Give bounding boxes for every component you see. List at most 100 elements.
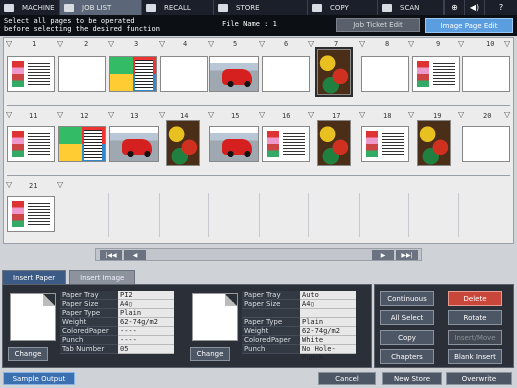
page-thumbnail-16[interactable] (262, 126, 310, 162)
page-thumbnail-10[interactable] (462, 56, 510, 92)
help-button[interactable]: ? (484, 0, 517, 15)
insert-arrow-icon[interactable]: ▽ (308, 110, 314, 119)
all-select-button[interactable]: All Select (380, 310, 434, 325)
scroll-first-button[interactable]: |◀◀ (100, 250, 122, 260)
insert-arrow-icon[interactable]: ▽ (159, 39, 165, 48)
insert-arrow-icon[interactable]: ▽ (108, 110, 114, 119)
page-scrollbar[interactable]: |◀◀ ◀ ▶ ▶▶| (95, 248, 422, 261)
insert-move-button[interactable]: Insert/Move (448, 330, 502, 345)
top-navigation-bar: MACHINE JOB LIST RECALL STORE COPY SCAN … (0, 0, 517, 15)
insert-arrow-icon[interactable]: ▽ (408, 110, 414, 119)
empty-slot-divider (259, 193, 260, 237)
globe-button[interactable]: ⊕ (444, 0, 464, 15)
page-thumbnail-15[interactable] (209, 126, 259, 162)
rotate-button[interactable]: Rotate (448, 310, 502, 325)
insert-arrow-icon[interactable]: ▽ (159, 110, 165, 119)
insert-arrow-icon[interactable]: ▽ (6, 110, 12, 119)
page-thumbnail-1[interactable] (7, 56, 55, 92)
page-number: 11 (29, 112, 38, 120)
page-number: 17 (332, 112, 341, 120)
insert-arrow-icon[interactable]: ▽ (208, 110, 214, 119)
nav-tab-copy[interactable]: COPY (308, 0, 378, 15)
nav-tab-label: RECALL (164, 3, 191, 12)
scroll-next-button[interactable]: ▶ (372, 250, 394, 260)
store-icon (218, 3, 228, 12)
page-thumbnail-6[interactable] (262, 56, 310, 92)
page-thumbnail-4[interactable] (160, 56, 208, 92)
nav-tab-machine[interactable]: MACHINE (0, 0, 60, 15)
setting-value: Plain (300, 318, 356, 327)
insert-arrow-icon[interactable]: ▽ (208, 39, 214, 48)
continuous-button[interactable]: Continuous (380, 291, 434, 306)
page-thumbnail-14[interactable] (166, 120, 200, 166)
page-thumbnail-21[interactable] (7, 196, 55, 232)
page-thumbnail-11[interactable] (7, 126, 55, 162)
scroll-last-button[interactable]: ▶▶| (396, 250, 418, 260)
page-thumbnail-9[interactable] (412, 56, 460, 92)
page-thumbnail-5[interactable] (209, 56, 259, 92)
nav-tab-recall[interactable]: RECALL (142, 0, 214, 15)
insert-arrow-icon[interactable]: ▽ (359, 110, 365, 119)
nav-tab-scan[interactable]: SCAN (378, 0, 444, 15)
insert-arrow-icon[interactable]: ▽ (359, 39, 365, 48)
page-thumbnail-8[interactable] (361, 56, 409, 92)
page-thumbnail-20[interactable] (462, 126, 510, 162)
new-store-button[interactable]: New Store (382, 372, 442, 385)
nav-tab-store[interactable]: STORE (214, 0, 308, 15)
instruction-line-2: before selecting the desired function (4, 25, 160, 33)
cancel-button[interactable]: Cancel (318, 372, 376, 385)
insert-arrow-icon[interactable]: ▽ (504, 39, 510, 48)
machine-icon (4, 3, 14, 12)
footer-bar: Sample Output Cancel New Store Overwrite (0, 370, 517, 388)
setting-value: ---- (118, 327, 174, 336)
nav-tab-label: JOB LIST (82, 3, 112, 12)
copy-button[interactable]: Copy (380, 330, 434, 345)
setting-value: 05 (118, 345, 174, 354)
page-thumbnail-7[interactable] (315, 47, 353, 97)
insert-arrow-icon[interactable]: ▽ (57, 180, 63, 189)
insert-arrow-icon[interactable]: ▽ (308, 39, 314, 48)
setting-value: White (300, 336, 356, 345)
page-action-panel: Continuous Delete All Select Rotate Copy… (374, 284, 514, 368)
insert-arrow-icon[interactable]: ▽ (458, 110, 464, 119)
insert-arrow-icon[interactable]: ▽ (259, 110, 265, 119)
insert-arrow-icon[interactable]: ▽ (6, 180, 12, 189)
page-thumbnail-13[interactable] (109, 126, 159, 162)
insert-arrow-icon[interactable]: ▽ (57, 39, 63, 48)
delete-button[interactable]: Delete (448, 291, 502, 306)
page-number: 7 (334, 40, 339, 48)
insert-arrow-icon[interactable]: ▽ (108, 39, 114, 48)
insert-paper-panel: Change Paper Tray PI2 Paper Size A4▯ Paper… (2, 284, 372, 368)
page-thumbnail-2[interactable] (58, 56, 106, 92)
left-change-button[interactable]: Change (8, 347, 48, 361)
setting-label: Paper Tray (60, 291, 118, 300)
page-thumbnail-12[interactable] (58, 126, 106, 162)
image-page-edit-button[interactable]: Image Page Edit (425, 18, 513, 33)
tab-insert-paper[interactable]: Insert Paper (2, 270, 67, 284)
insert-arrow-icon[interactable]: ▽ (57, 110, 63, 119)
sample-output-button[interactable]: Sample Output (3, 372, 75, 385)
page-thumbnail-19[interactable] (417, 120, 451, 166)
setting-label: Paper Size (60, 300, 118, 309)
scroll-prev-button[interactable]: ◀ (124, 250, 146, 260)
job-ticket-edit-button[interactable]: Job Ticket Edit (336, 18, 420, 32)
nav-tab-job-list[interactable]: JOB LIST (60, 0, 142, 15)
setting-label: Punch (60, 336, 118, 345)
insert-arrow-icon[interactable]: ▽ (504, 110, 510, 119)
page-thumbnail-3[interactable] (109, 56, 157, 92)
sound-button[interactable]: ◀) (464, 0, 484, 15)
insert-arrow-icon[interactable]: ▽ (458, 39, 464, 48)
empty-slot-divider (359, 193, 360, 237)
insert-arrow-icon[interactable]: ▽ (6, 39, 12, 48)
overwrite-button[interactable]: Overwrite (446, 372, 512, 385)
page-thumbnail-18[interactable] (361, 126, 409, 162)
right-change-button[interactable]: Change (190, 347, 230, 361)
tab-insert-image[interactable]: Insert Image (69, 270, 136, 284)
blank-insert-button[interactable]: Blank Insert (448, 349, 502, 364)
page-thumbnail-17[interactable] (317, 120, 351, 166)
insert-arrow-icon[interactable]: ▽ (408, 39, 414, 48)
chapters-button[interactable]: Chapters (380, 349, 434, 364)
insert-arrow-icon[interactable]: ▽ (259, 39, 265, 48)
page-number: 21 (29, 182, 38, 190)
right-paper-settings: Paper Tray Auto Paper Size A4▯ Paper Type P… (242, 291, 356, 362)
